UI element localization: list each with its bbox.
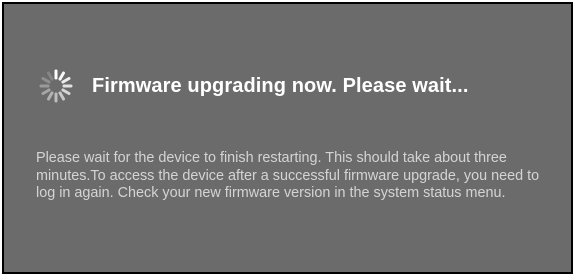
loading-spinner-icon <box>39 69 73 103</box>
dialog-title: Firmware upgrading now. Please wait... <box>92 74 469 97</box>
firmware-upgrade-dialog: Firmware upgrading now. Please wait... P… <box>2 2 573 274</box>
dialog-message: Please wait for the device to finish res… <box>36 150 540 201</box>
dialog-header: Firmware upgrading now. Please wait... <box>38 64 468 108</box>
